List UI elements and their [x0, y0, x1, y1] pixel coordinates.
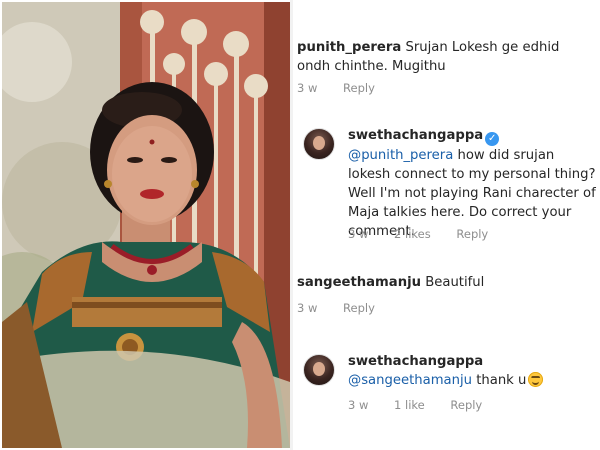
avatar[interactable] [303, 128, 335, 160]
comment-meta: 3 w Reply [297, 81, 375, 95]
avatar[interactable] [303, 354, 335, 386]
comment-mention[interactable]: @punith_perera [348, 148, 453, 163]
comment-meta: 3 w 1 like Reply [348, 398, 482, 412]
like-count[interactable]: 1 like [394, 398, 425, 412]
smiling-face-icon [528, 372, 544, 387]
verified-badge-icon: ✓ [485, 132, 500, 146]
comment-text: thank u [476, 373, 527, 388]
comment-body: swethachangappa @sangeethamanju thank u [348, 352, 598, 390]
post-photo [2, 2, 290, 448]
comment-body: sangeethamanju Beautiful [297, 273, 593, 292]
comment-text: Beautiful [425, 275, 485, 290]
comment-username[interactable]: sangeethamanju [297, 275, 421, 290]
reply-button[interactable]: Reply [450, 398, 482, 412]
comment-mention[interactable]: @sangeethamanju [348, 373, 472, 388]
reply-button[interactable]: Reply [343, 81, 375, 95]
comment-username[interactable]: punith_perera [297, 40, 401, 55]
comment-body: punith_perera Srujan Lokesh ge edhid ond… [297, 38, 593, 76]
comment-meta: 3 w 2 likes Reply [348, 227, 488, 241]
comment-time: 3 w [348, 227, 369, 241]
comment-username[interactable]: swethachangappa [348, 128, 483, 143]
reply-button[interactable]: Reply [456, 227, 488, 241]
photo-illustration [2, 2, 290, 448]
comment-time: 3 w [297, 81, 318, 95]
comment-username[interactable]: swethachangappa [348, 354, 483, 369]
comment-time: 3 w [348, 398, 369, 412]
reply-button[interactable]: Reply [343, 301, 375, 315]
comments-panel: punith_perera Srujan Lokesh ge edhid ond… [293, 0, 600, 450]
like-count[interactable]: 2 likes [394, 227, 431, 241]
comment-meta: 3 w Reply [297, 301, 375, 315]
comment-time: 3 w [297, 301, 318, 315]
comment-body: swethachangappa ✓@punith_perera how did s… [348, 126, 598, 241]
